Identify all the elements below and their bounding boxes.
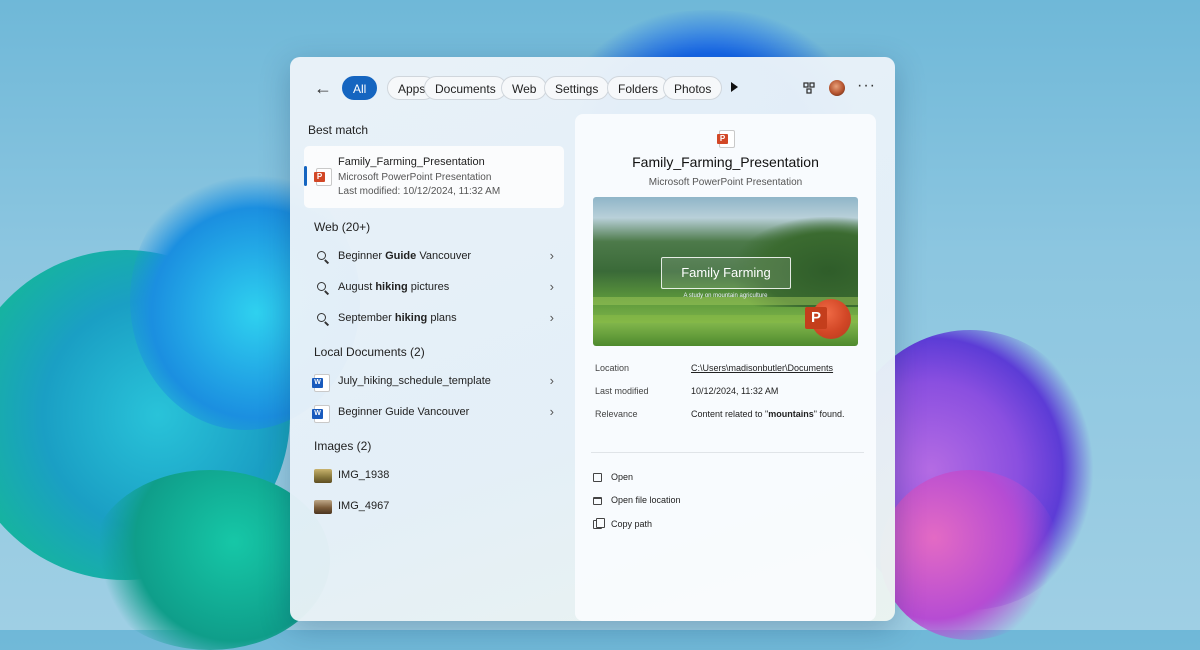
document-result[interactable]: Beginner Guide Vancouver › (304, 399, 562, 427)
filter-bar: ← All Apps Documents Web Settings Folder… (290, 57, 895, 119)
results-list: Best match Family_Farming_Presentation M… (304, 119, 566, 621)
image-thumbnail-icon (314, 500, 332, 514)
word-icon (312, 405, 330, 423)
image-result-label: IMG_4967 (338, 500, 390, 512)
search-icon (317, 313, 326, 322)
web-result-label: September hiking plans (338, 312, 457, 324)
powerpoint-icon (314, 168, 332, 186)
chevron-right-icon: › (549, 404, 554, 419)
selection-indicator (304, 166, 307, 186)
filter-settings[interactable]: Settings (544, 76, 610, 100)
image-thumbnail-icon (314, 469, 332, 483)
chevron-right-icon: › (549, 373, 554, 388)
preview-caption: A study on mountain agriculture (683, 293, 768, 299)
open-file-location-action[interactable]: Open file location (593, 494, 793, 512)
web-result[interactable]: August hiking pictures › (304, 274, 562, 302)
chevron-right-icon: › (549, 279, 554, 294)
web-result[interactable]: September hiking plans › (304, 305, 562, 333)
open-action[interactable]: Open (593, 471, 793, 489)
web-result-label: Beginner Guide Vancouver (338, 250, 472, 262)
filter-photos[interactable]: Photos (663, 76, 723, 100)
wallpaper-bloom (880, 470, 1060, 640)
chevron-right-icon: › (549, 310, 554, 325)
filter-web[interactable]: Web (501, 76, 548, 100)
copilot-icon[interactable] (802, 81, 816, 95)
image-result-label: IMG_1938 (338, 469, 390, 481)
divider (591, 452, 864, 453)
document-result-label: Beginner Guide Vancouver (338, 406, 470, 418)
local-documents-heading: Local Documents (2) (314, 345, 425, 359)
filter-folders[interactable]: Folders (607, 76, 670, 100)
open-label: Open (611, 472, 634, 482)
filter-documents[interactable]: Documents (424, 76, 507, 100)
powerpoint-icon (717, 130, 735, 148)
web-result-label: August hiking pictures (338, 281, 450, 293)
web-result[interactable]: Beginner Guide Vancouver › (304, 243, 562, 271)
modified-label: Last modified (595, 386, 649, 396)
chevron-right-icon: › (549, 248, 554, 263)
more-filters-arrow-icon[interactable] (731, 82, 738, 92)
best-match-type: Microsoft PowerPoint Presentation (338, 172, 492, 183)
location-label: Location (595, 363, 630, 373)
more-options-button[interactable]: ··· (857, 77, 876, 95)
document-result-label: July_hiking_schedule_template (338, 375, 491, 387)
relevance-value: Content related to "mountains" found. (691, 409, 845, 419)
folder-icon (593, 497, 602, 505)
slide-preview[interactable]: Family Farming A study on mountain agric… (593, 197, 858, 346)
modified-value: 10/12/2024, 11:32 AM (691, 386, 779, 396)
images-heading: Images (2) (314, 439, 372, 453)
copy-icon (593, 518, 605, 529)
best-match-item[interactable]: Family_Farming_Presentation Microsoft Po… (304, 146, 564, 208)
detail-title: Family_Farming_Presentation (632, 154, 819, 170)
word-icon (312, 374, 330, 392)
best-match-title: Family_Farming_Presentation (338, 156, 485, 168)
copy-path-label: Copy path (611, 519, 653, 529)
relevance-label: Relevance (595, 409, 638, 419)
best-match-heading: Best match (308, 123, 369, 137)
detail-subtitle: Microsoft PowerPoint Presentation (648, 177, 803, 188)
search-icon (317, 251, 326, 260)
preview-title: Family Farming (661, 257, 791, 289)
copy-path-action[interactable]: Copy path (593, 518, 793, 536)
detail-pane: Family_Farming_Presentation Microsoft Po… (575, 114, 876, 621)
filter-all[interactable]: All (342, 76, 378, 100)
avatar[interactable] (829, 80, 845, 96)
open-icon (593, 473, 602, 482)
back-button[interactable]: ← (314, 78, 332, 99)
open-file-location-label: Open file location (611, 495, 681, 505)
search-icon (317, 282, 326, 291)
location-link[interactable]: C:\Users\madisonbutler\Documents (691, 363, 833, 373)
image-result[interactable]: IMG_4967 (304, 493, 562, 521)
document-result[interactable]: July_hiking_schedule_template › (304, 368, 562, 396)
search-window: ← All Apps Documents Web Settings Folder… (290, 57, 895, 621)
powerpoint-logo-icon: P (805, 299, 851, 339)
image-result[interactable]: IMG_1938 (304, 462, 562, 490)
best-match-modified: Last modified: 10/12/2024, 11:32 AM (338, 186, 501, 197)
web-heading: Web (20+) (314, 220, 371, 234)
